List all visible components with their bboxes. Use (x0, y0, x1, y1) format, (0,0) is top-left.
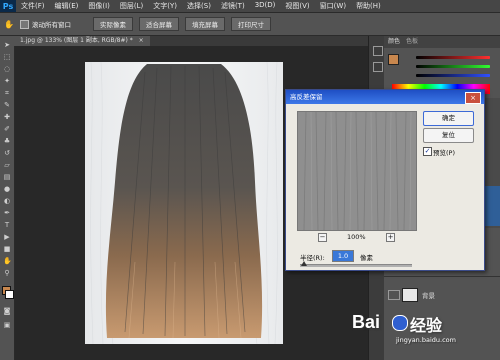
document-tab-title: 1.jpg @ 133% (图层 1 副本, RGB/8#) * (20, 37, 133, 44)
history-brush-tool-icon[interactable]: ↺ (3, 150, 11, 157)
options-bar: ✋ 滚动所有窗口 实际像素 适合屏幕 填充屏幕 打印尺寸 (0, 13, 500, 36)
hair-photo (85, 62, 283, 344)
document-tab[interactable]: 1.jpg @ 133% (图层 1 副本, RGB/8#) * × (14, 36, 150, 46)
filter-preview[interactable] (297, 111, 417, 231)
brush-tool-icon[interactable]: ✐ (3, 126, 11, 133)
blue-slider[interactable] (416, 74, 490, 77)
menu-item[interactable]: 文件(F) (16, 1, 50, 11)
menu-item[interactable]: 帮助(H) (351, 1, 386, 11)
reset-button[interactable]: 复位 (423, 128, 474, 143)
menu-item[interactable]: 文字(Y) (148, 1, 182, 11)
panel-divider (384, 276, 500, 277)
menu-items: 文件(F) 编辑(E) 图像(I) 图层(L) 文字(Y) 选择(S) 滤镜(T) 3D(D)… (16, 1, 386, 11)
crop-tool-icon[interactable]: ⌗ (3, 90, 11, 97)
fit-screen-button[interactable]: 适合屏幕 (138, 17, 179, 31)
zoom-tool-icon[interactable]: ⚲ (3, 270, 11, 277)
shape-tool-icon[interactable]: ■ (3, 246, 11, 253)
radius-input[interactable]: 1.0 (332, 250, 354, 262)
hand-tool-icon[interactable]: ✋ (3, 258, 12, 265)
layer-name: 背景 (422, 292, 435, 300)
preview-label: 预览(P) (433, 149, 455, 157)
dodge-tool-icon[interactable]: ◐ (3, 198, 11, 205)
color-panel-header (384, 36, 500, 48)
watermark-brand: Bai (352, 312, 381, 332)
zoom-out-button[interactable]: − (318, 233, 327, 242)
preview-checkbox[interactable]: ✓ (423, 147, 432, 156)
menu-item[interactable]: 视图(V) (280, 1, 314, 11)
layer-thumbnail (402, 288, 418, 302)
menu-item[interactable]: 图层(L) (115, 1, 148, 11)
panel-foreground-swatch[interactable] (388, 54, 399, 65)
path-selection-tool-icon[interactable]: ▶ (3, 234, 11, 241)
print-size-button[interactable]: 打印尺寸 (230, 17, 271, 31)
screen-mode-icon[interactable]: ▣ (3, 322, 11, 329)
baidu-jingyan-watermark: Bai 经验 jingyan.baidu.com (352, 310, 492, 350)
green-slider[interactable] (416, 65, 490, 68)
actual-pixels-button[interactable]: 实际像素 (92, 17, 133, 31)
radius-slider-track[interactable] (300, 264, 412, 267)
watermark-brand-2: 经验 (410, 316, 443, 335)
selected-layer-highlight (484, 186, 500, 226)
hand-tool-icon: ✋ (4, 19, 14, 29)
properties-panel-icon[interactable] (373, 62, 383, 72)
close-icon[interactable]: × (465, 92, 481, 104)
history-panel-icon[interactable] (373, 46, 383, 56)
red-slider[interactable] (416, 56, 490, 59)
menu-item[interactable]: 滤镜(T) (216, 1, 250, 11)
menu-item[interactable]: 选择(S) (182, 1, 216, 11)
menu-item[interactable]: 编辑(E) (50, 1, 84, 11)
eye-icon[interactable] (388, 290, 400, 300)
tab-swatches[interactable]: 色板 (406, 37, 418, 47)
menu-bar: Ps 文件(F) 编辑(E) 图像(I) 图层(L) 文字(Y) 选择(S) 滤镜(T) 3D… (0, 0, 500, 13)
preview-texture (298, 111, 416, 231)
healing-brush-tool-icon[interactable]: ✚ (3, 114, 11, 121)
fill-screen-button[interactable]: 填充屏幕 (184, 17, 225, 31)
marquee-tool-icon[interactable]: ⬚ (3, 54, 11, 61)
scroll-all-windows-checkbox[interactable] (19, 19, 29, 29)
pen-tool-icon[interactable]: ✒ (3, 210, 11, 217)
zoom-in-button[interactable]: + (386, 233, 395, 242)
type-tool-icon[interactable]: T (3, 222, 11, 229)
menu-item[interactable]: 图像(I) (83, 1, 115, 11)
background-color-swatch[interactable] (5, 290, 14, 299)
eraser-tool-icon[interactable]: ▱ (3, 162, 11, 169)
close-tab-icon[interactable]: × (139, 37, 144, 44)
move-tool-icon[interactable]: ➤ (3, 42, 11, 49)
menu-item[interactable]: 3D(D) (250, 1, 281, 11)
clone-stamp-tool-icon[interactable]: ♣ (3, 138, 11, 145)
dialog-title: 高反差保留 (290, 93, 323, 101)
blur-tool-icon[interactable]: ● (3, 186, 11, 193)
photoshop-logo: Ps (0, 0, 16, 12)
magic-wand-tool-icon[interactable]: ✦ (3, 78, 11, 85)
radius-slider-thumb[interactable] (301, 261, 307, 266)
radius-unit: 像素 (360, 254, 373, 262)
quick-mask-icon[interactable]: ◙ (3, 308, 11, 315)
tab-color[interactable]: 颜色 (388, 37, 400, 47)
lasso-tool-icon[interactable]: ◌ (3, 66, 11, 73)
eyedropper-tool-icon[interactable]: ✎ (3, 102, 11, 109)
gradient-tool-icon[interactable]: ▤ (3, 174, 11, 181)
tools-panel: ➤ ⬚ ◌ ✦ ⌗ ✎ ✚ ✐ ♣ ↺ ▱ ▤ ● ◐ ✒ T ▶ ■ ✋ ⚲ … (0, 36, 15, 360)
watermark-url: jingyan.baidu.com (396, 336, 456, 344)
document-image[interactable] (85, 62, 283, 344)
high-pass-dialog: 高反差保留 × 确定 复位 ✓ 预览(P) − 100% + 半径(R): 1.… (285, 89, 485, 271)
ok-button[interactable]: 确定 (423, 111, 474, 126)
scroll-all-windows-label: 滚动所有窗口 (31, 21, 71, 29)
menu-item[interactable]: 窗口(W) (315, 1, 351, 11)
zoom-level: 100% (347, 233, 366, 241)
dialog-title-bar: 高反差保留 (286, 90, 484, 104)
baidu-paw-icon (392, 315, 408, 331)
